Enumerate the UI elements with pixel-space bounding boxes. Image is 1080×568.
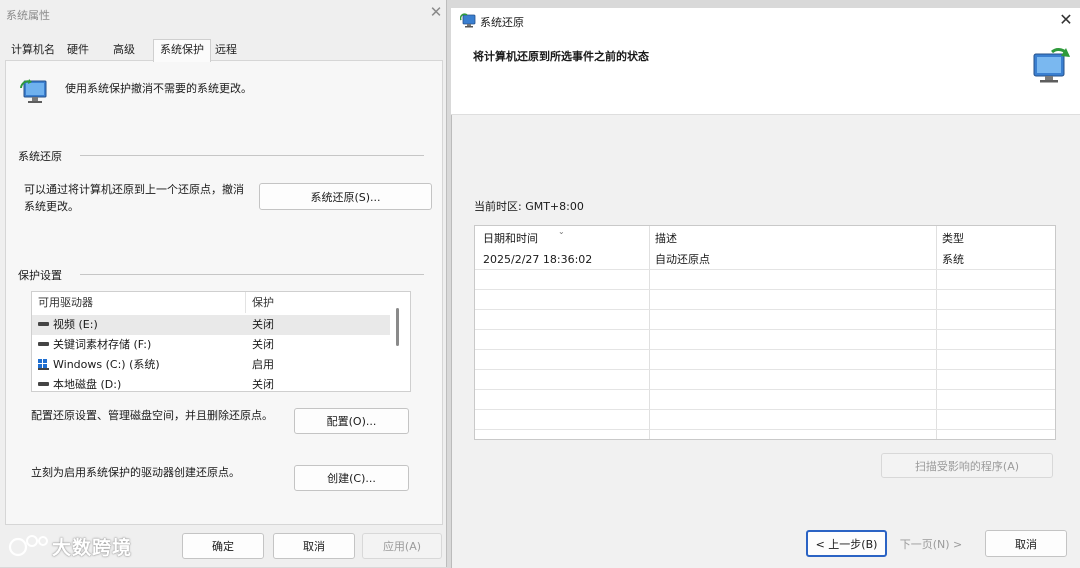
section-divider	[80, 274, 424, 275]
restore-point-type: 系统	[942, 253, 964, 266]
table-row-empty	[475, 310, 1055, 330]
tab-system-protection[interactable]: 系统保护	[153, 39, 211, 62]
windows-drive-icon	[38, 358, 49, 370]
restore-points-table[interactable]: 日期和时间 ⌄ 描述 类型 2025/2/27 18:36:02 自动还原点 系…	[474, 225, 1056, 440]
column-header-datetime[interactable]: 日期和时间	[483, 226, 538, 251]
column-header-type[interactable]: 类型	[942, 226, 964, 251]
configure-description: 配置还原设置、管理磁盘空间，并且删除还原点。	[31, 409, 273, 422]
cancel-button[interactable]: 取消	[985, 530, 1067, 557]
timezone-label: 当前时区: GMT+8:00	[474, 200, 584, 213]
system-restore-large-icon	[1033, 47, 1070, 83]
restore-point-datetime: 2025/2/27 18:36:02	[483, 253, 593, 266]
next-button[interactable]: 下一页(N) >	[891, 530, 971, 557]
scrollbar-thumb[interactable]	[396, 308, 399, 346]
sort-indicator-icon: ⌄	[558, 227, 565, 236]
drive-list[interactable]: 可用驱动器 保护 视频 (E:) 关闭 关键词素材存储 (F:) 关闭 Wind…	[31, 291, 411, 392]
drive-icon	[38, 322, 49, 326]
table-row-empty	[475, 270, 1055, 290]
drive-name: 关键词素材存储 (F:)	[53, 338, 152, 351]
drive-name: 视频 (E:)	[53, 318, 98, 331]
drive-name: 本地磁盘 (D:)	[53, 378, 122, 391]
wizard-heading: 将计算机还原到所选事件之前的状态	[473, 50, 649, 63]
restore-description: 可以通过将计算机还原到上一个还原点，撤消	[24, 183, 244, 196]
table-row-empty	[475, 350, 1055, 370]
drive-status: 关闭	[252, 378, 274, 391]
scan-affected-programs-button[interactable]: 扫描受影响的程序(A)	[881, 453, 1053, 478]
intro-text: 使用系统保护撤消不需要的系统更改。	[65, 82, 252, 95]
column-separator	[245, 292, 246, 313]
drive-icon	[38, 382, 49, 386]
table-row-empty	[475, 410, 1055, 430]
back-button[interactable]: < 上一步(B)	[806, 530, 887, 557]
list-item[interactable]: 本地磁盘 (D:) 关闭	[32, 375, 390, 391]
system-protection-icon	[20, 79, 47, 103]
table-row-empty	[475, 370, 1055, 390]
table-row-empty	[475, 390, 1055, 410]
configure-button[interactable]: 配置(O)...	[294, 408, 409, 434]
list-item[interactable]: Windows (C:) (系统) 启用	[32, 355, 390, 375]
tab-remote[interactable]: 远程	[209, 40, 243, 60]
column-header-description[interactable]: 描述	[655, 226, 677, 251]
list-item[interactable]: 关键词素材存储 (F:) 关闭	[32, 335, 390, 355]
close-icon[interactable]: ✕	[428, 4, 444, 20]
window-title: 系统还原	[480, 16, 524, 29]
drive-status: 关闭	[252, 338, 274, 351]
title-bar	[451, 8, 1080, 36]
section-divider	[80, 155, 424, 156]
tab-computer-name[interactable]: 计算机名	[5, 40, 61, 60]
create-description: 立刻为启用系统保护的驱动器创建还原点。	[31, 466, 240, 479]
protection-section-label: 保护设置	[18, 269, 62, 282]
table-row-empty	[475, 290, 1055, 310]
system-restore-icon	[460, 13, 476, 28]
restore-point-description: 自动还原点	[655, 253, 710, 266]
drive-icon	[38, 342, 49, 346]
drive-status: 启用	[252, 358, 274, 371]
column-header-drives[interactable]: 可用驱动器	[38, 292, 93, 313]
restore-section-label: 系统还原	[18, 150, 62, 163]
tab-hardware[interactable]: 硬件	[61, 40, 95, 60]
table-row[interactable]: 2025/2/27 18:36:02 自动还原点 系统	[475, 250, 1055, 270]
restore-description-line2: 系统更改。	[24, 200, 79, 213]
watermark-text: 大数跨境	[52, 537, 133, 559]
system-restore-button[interactable]: 系统还原(S)...	[259, 183, 432, 210]
table-row-empty	[475, 330, 1055, 350]
tab-advanced[interactable]: 高级	[107, 40, 141, 60]
ok-button[interactable]: 确定	[182, 533, 264, 559]
cancel-button[interactable]: 取消	[273, 533, 355, 559]
apply-button[interactable]: 应用(A)	[362, 533, 442, 559]
watermark-logo-icon	[8, 535, 48, 557]
window-title: 系统属性	[6, 9, 50, 22]
close-icon[interactable]: ✕	[1058, 12, 1074, 28]
column-header-protection[interactable]: 保护	[252, 292, 274, 313]
list-item[interactable]: 视频 (E:) 关闭	[32, 315, 390, 335]
create-button[interactable]: 创建(C)...	[294, 465, 409, 491]
drive-status: 关闭	[252, 318, 274, 331]
drive-name: Windows (C:) (系统)	[53, 358, 160, 371]
